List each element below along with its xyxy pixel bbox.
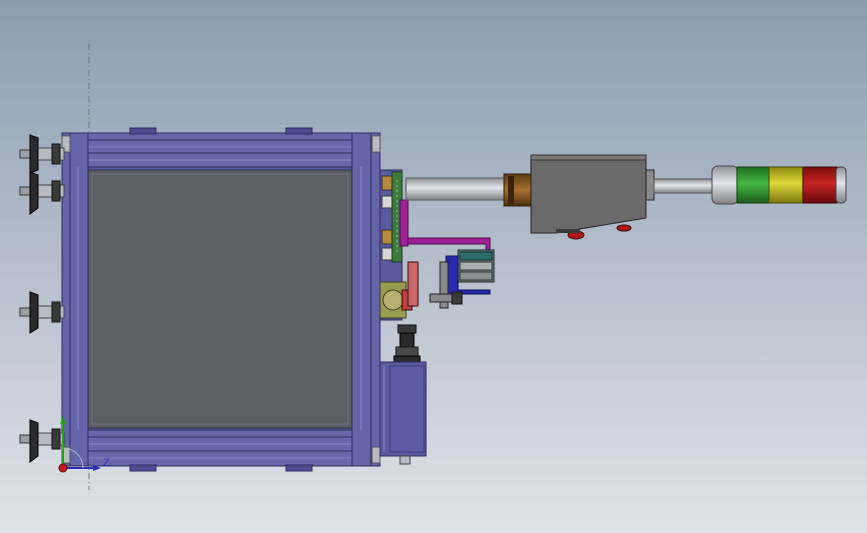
- assembly-view[interactable]: Z: [0, 0, 867, 533]
- light-yellow-segment: [768, 166, 804, 204]
- cad-graphics-viewport[interactable]: Z: [0, 0, 867, 533]
- tower-arm[interactable]: [653, 178, 715, 194]
- cam-plate[interactable]: [407, 261, 419, 307]
- z-axis-label: Z: [103, 457, 110, 469]
- light-red-segment: [802, 166, 838, 204]
- center-panel[interactable]: [87, 169, 353, 429]
- stack-light[interactable]: [711, 165, 847, 205]
- light-green-segment: [736, 166, 770, 204]
- electrical-box[interactable]: [379, 361, 427, 465]
- origin-marker: [58, 463, 68, 473]
